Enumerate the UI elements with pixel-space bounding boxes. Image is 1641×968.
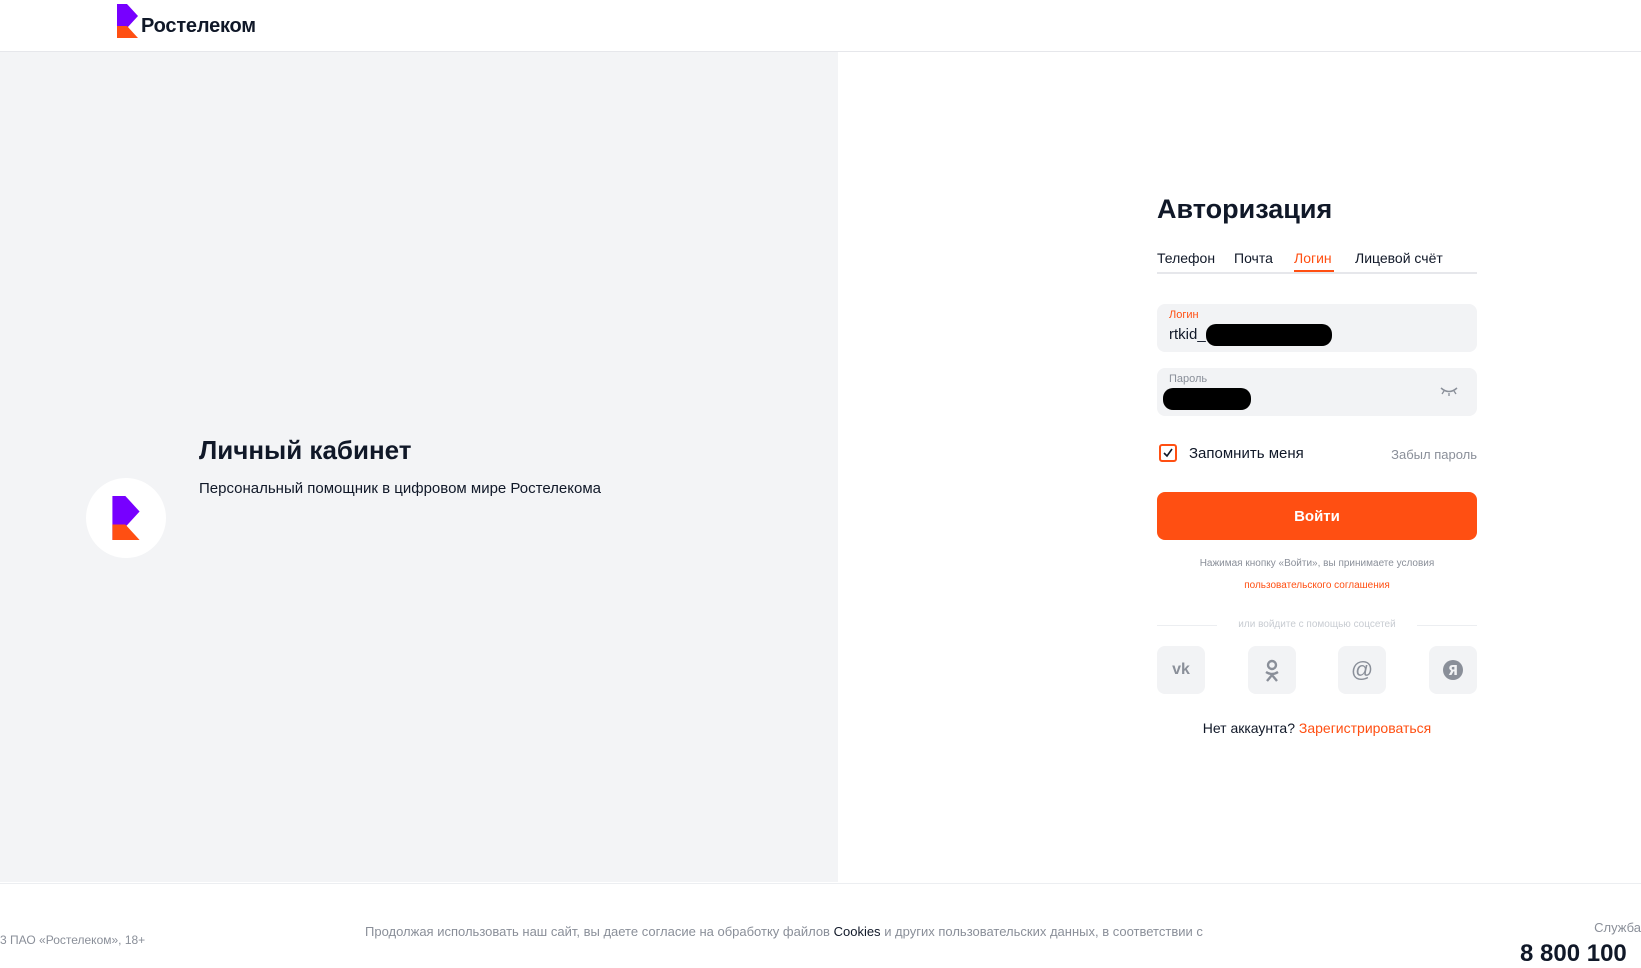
yandex-button[interactable]: Я	[1429, 646, 1477, 694]
brand-name[interactable]: Ростелеком	[141, 15, 256, 38]
remember-label[interactable]: Запомнить меня	[1189, 445, 1304, 462]
footer-copyright: 3 ПАО «Ростелеком», 18+	[0, 933, 146, 947]
checkmark-icon	[1163, 448, 1173, 458]
ok-icon	[1265, 659, 1279, 682]
cookie-text-pre: Продолжая использовать наш сайт, вы дает…	[365, 924, 830, 939]
tab-login[interactable]: Логин	[1294, 250, 1332, 266]
promo-panel	[0, 52, 838, 882]
footer-phone[interactable]: 8 800 100	[1520, 940, 1627, 968]
login-button[interactable]: Войти	[1157, 492, 1477, 540]
social-divider: или войдите с помощью соцсетей	[1157, 619, 1477, 631]
remember-checkbox[interactable]	[1159, 444, 1177, 462]
no-account-row: Нет аккаунта? Зарегистрироваться	[1157, 720, 1477, 736]
auth-title: Авторизация	[1157, 194, 1333, 224]
vk-icon: vk	[1172, 661, 1190, 678]
mail-button[interactable]: @	[1338, 646, 1386, 694]
yandex-icon: Я	[1443, 660, 1463, 680]
cookies-link[interactable]: Cookies	[834, 924, 881, 939]
tab-phone[interactable]: Телефон	[1157, 250, 1215, 266]
password-field-label: Пароль	[1169, 373, 1208, 385]
redacted-password	[1163, 388, 1251, 410]
active-tab-indicator	[1294, 270, 1334, 272]
terms-link[interactable]: пользовательского соглашения	[1157, 580, 1477, 591]
promo-title: Личный кабинет	[199, 435, 412, 465]
login-field-label: Логин	[1169, 309, 1199, 321]
rostelecom-logo-icon[interactable]	[117, 4, 138, 38]
footer-cookie-notice: Продолжая использовать наш сайт, вы дает…	[365, 924, 1203, 939]
footer-service-label: Служба	[1594, 920, 1641, 935]
ok-button[interactable]	[1248, 646, 1296, 694]
promo-subtitle: Персональный помощник в цифровом мире Ро…	[199, 480, 601, 497]
login-field-value[interactable]: rtkid_	[1169, 326, 1206, 343]
password-field[interactable]: Пароль	[1157, 368, 1477, 416]
register-link[interactable]: Зарегистрироваться	[1299, 720, 1431, 736]
promo-logo-circle	[86, 478, 166, 558]
cookie-text-post: и других пользовательских данных, в соот…	[884, 924, 1203, 939]
login-field[interactable]: Логин rtkid_	[1157, 304, 1477, 352]
tab-email[interactable]: Почта	[1234, 250, 1273, 266]
vk-button[interactable]: vk	[1157, 646, 1205, 694]
footer: 3 ПАО «Ростелеком», 18+ Продолжая исполь…	[0, 883, 1641, 967]
no-account-text: Нет аккаунта?	[1202, 720, 1295, 736]
svg-text:Я: Я	[1448, 664, 1458, 679]
divider-line-right	[1417, 625, 1477, 626]
tab-account[interactable]: Лицевой счёт	[1355, 250, 1443, 266]
top-bar: Ростелеком	[0, 0, 1641, 52]
forgot-password-link[interactable]: Забыл пароль	[1391, 447, 1477, 462]
terms-text: Нажимая кнопку «Войти», вы принимаете ус…	[1199, 558, 1435, 569]
mail-at-icon: @	[1350, 657, 1374, 682]
redacted-login	[1206, 324, 1332, 346]
rostelecom-logo-icon	[112, 496, 140, 540]
eye-closed-icon[interactable]	[1439, 384, 1459, 398]
